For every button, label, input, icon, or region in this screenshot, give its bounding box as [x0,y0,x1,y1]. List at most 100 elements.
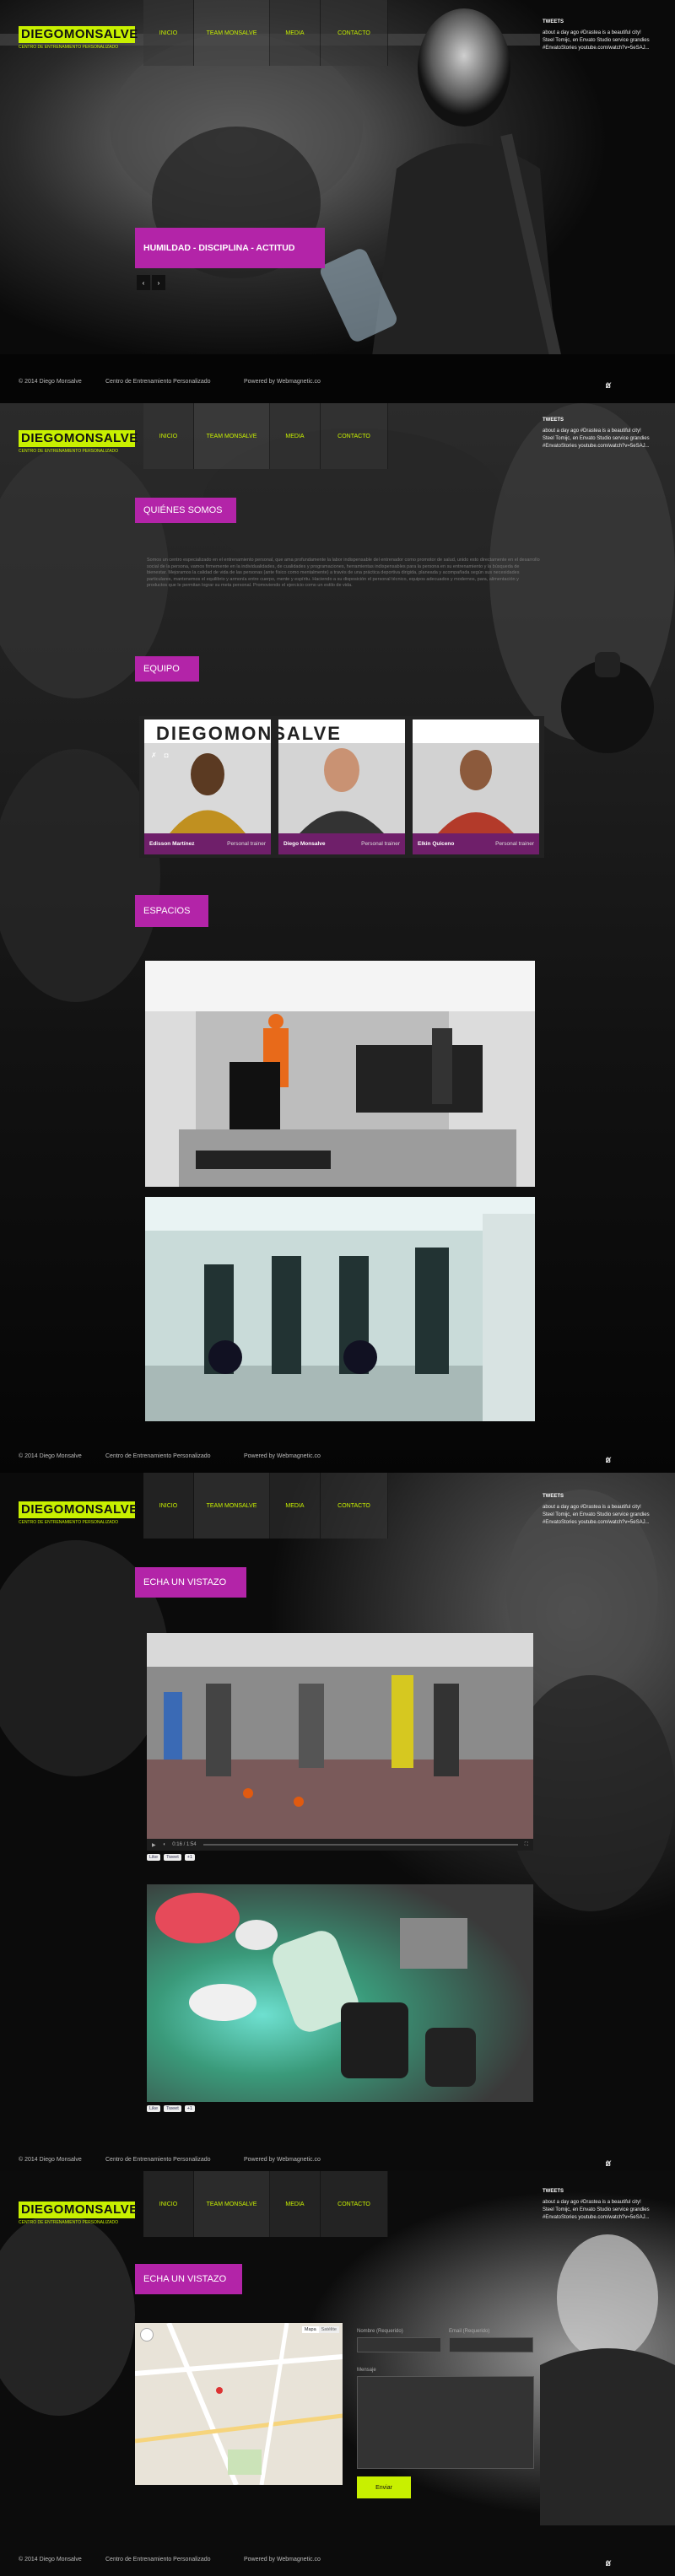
logo-tagline: CENTRO DE ENTRENAMIENTO PERSONALIZADO [19,2220,118,2225]
contact-section: DIEGOMONSALVE CENTRO DE ENTRENAMIENTO PER… [0,2171,675,2576]
footer-center-text: Centro de Entrenamiento Personalizado [105,2156,211,2163]
slider-prev-button[interactable]: ‹ [137,275,150,290]
twitter-icon[interactable]: ✗ [151,752,157,759]
trainer-name: Edisson Martínez [149,841,195,847]
footer-powered[interactable]: Powered by Webmagnetic.co [244,2557,321,2563]
tweet-text[interactable]: about a day ago #Drastea is a beautiful … [543,1505,650,1525]
tweet-text[interactable]: about a day ago #Drastea is a beautiful … [543,2200,650,2220]
video-progress[interactable] [202,1844,518,1846]
logo-text: DIEGOMONSALVE [21,1502,138,1517]
nav-item-media[interactable]: MEDIA [270,1473,321,1539]
like-button[interactable]: Like [147,1854,161,1861]
email-field[interactable] [449,2337,533,2352]
nav-item-contacto[interactable]: CONTACTO [321,2171,388,2237]
message-field[interactable] [357,2376,534,2469]
email-label: Email (Requerido) [449,2329,490,2334]
logo-text: DIEGOMONSALVE [21,27,138,41]
nav-item-media[interactable]: MEDIA [270,2171,321,2237]
trainer-role: Personal trainer [361,841,400,847]
team-title: EQUIPO [135,656,199,682]
main-nav: INICIO TEAM MONSALVE MEDIA CONTACTO [143,1473,388,1539]
volume-icon[interactable]: ◖ [163,1842,166,1847]
nav-item-contacto[interactable]: CONTACTO [321,403,388,469]
instagram-icon[interactable]: ◘ [165,752,169,759]
gym-space-photo [145,1197,535,1421]
nav-item-team[interactable]: TEAM MONSALVE [194,403,270,469]
share-buttons: Like Tweet +1 [147,1854,196,1861]
site-logo[interactable]: DIEGOMONSALVE CENTRO DE ENTRENAMIENTO PER… [19,2201,138,2225]
nav-item-inicio[interactable]: INICIO [143,1473,194,1539]
name-field[interactable] [357,2337,441,2352]
map-widget[interactable]: Mapa Satélite [135,2323,343,2485]
video-player[interactable] [147,1633,533,1839]
main-nav: INICIO TEAM MONSALVE MEDIA CONTACTO [143,2171,388,2237]
nav-item-inicio[interactable]: INICIO [143,403,194,469]
map-zoom-control[interactable] [140,2328,154,2342]
tweets-widget: TWEETS about a day ago #Drastea is a beau… [543,19,652,52]
team-panel: ✗ ◘ Edisson Martínez Personal trainer Dieg… [139,716,544,858]
tweet-text[interactable]: about a day ago #Drastea is a beautiful … [543,428,650,449]
slider-next-button[interactable]: › [152,275,165,290]
tweets-title: TWEETS [543,1494,564,1499]
logo-text: DIEGOMONSALVE [21,431,138,445]
logo-tagline: CENTRO DE ENTRENAMIENTO PERSONALIZADO [19,45,118,50]
footer-powered[interactable]: Powered by Webmagnetic.co [244,379,321,385]
main-nav: INICIO TEAM MONSALVE MEDIA CONTACTO [143,403,388,469]
name-label: Nombre (Requerido) [357,2329,403,2334]
site-logo[interactable]: DIEGOMONSALVE CENTRO DE ENTRENAMIENTO PER… [19,1501,138,1525]
like-button[interactable]: Like [147,2105,161,2112]
gym-wall-text: DIEGOMONSALVE [156,723,342,744]
footer-center-text: Centro de Entrenamiento Personalizado [105,2556,211,2563]
video-time: 0:16 / 1:54 [172,1842,197,1847]
send-button[interactable]: Enviar [357,2476,411,2498]
map-tab-satelite[interactable]: Satélite [318,2326,339,2333]
tweet-button[interactable]: Tweet [164,1854,181,1861]
tweets-title: TWEETS [543,418,564,423]
nav-item-media[interactable]: MEDIA [270,0,321,66]
facebook-icon[interactable]: f [606,2159,608,2168]
footer-powered[interactable]: Powered by Webmagnetic.co [244,1453,321,1459]
tweet-button[interactable]: Tweet [164,2105,181,2112]
tweets-widget: TWEETS about a day ago #Drastea is a beau… [543,2188,652,2222]
nav-item-inicio[interactable]: INICIO [143,2171,194,2237]
facebook-icon[interactable]: f [606,381,608,390]
gear-photo [147,1884,533,2102]
nav-item-media[interactable]: MEDIA [270,403,321,469]
hero-slogan: HUMILDAD - DISCIPLINA - ACTITUD [135,228,325,268]
contact-title: ECHA UN VISTAZO [135,2264,242,2294]
tweets-title: TWEETS [543,19,564,24]
nav-item-team[interactable]: TEAM MONSALVE [194,0,270,66]
trainer-name: Elkin Quiceno [418,841,455,847]
footer: © 2014 Diego Monsalve Centro de Entrenam… [0,2547,675,2571]
nav-item-team[interactable]: TEAM MONSALVE [194,1473,270,1539]
tweets-title: TWEETS [543,2189,564,2194]
nav-item-inicio[interactable]: INICIO [143,0,194,66]
logo-tagline: CENTRO DE ENTRENAMIENTO PERSONALIZADO [19,1520,118,1525]
nav-item-team[interactable]: TEAM MONSALVE [194,2171,270,2237]
nav-item-contacto[interactable]: CONTACTO [321,0,388,66]
footer-powered[interactable]: Powered by Webmagnetic.co [244,2157,321,2163]
tweets-widget: TWEETS about a day ago #Drastea is a beau… [543,417,652,450]
footer-copyright: © 2014 Diego Monsalve [19,1452,82,1459]
trainer-role: Personal trainer [495,841,534,847]
map-tab-mapa[interactable]: Mapa [301,2326,319,2333]
spaces-title: ESPACIOS [135,895,208,927]
plusone-button[interactable]: +1 [184,1854,196,1861]
facebook-icon[interactable]: f [606,1456,608,1464]
plusone-button[interactable]: +1 [184,2105,196,2112]
site-logo[interactable]: DIEGOMONSALVE CENTRO DE ENTRENAMIENTO PER… [19,430,138,454]
play-icon[interactable]: ▶ [152,1842,156,1848]
video-controls[interactable]: ▶ ◖ 0:16 / 1:54 ⛶ [147,1839,533,1851]
site-logo[interactable]: DIEGOMONSALVE CENTRO DE ENTRENAMIENTO PER… [19,26,138,50]
tweet-text[interactable]: about a day ago #Drastea is a beautiful … [543,30,650,51]
facebook-icon[interactable]: f [606,2559,608,2568]
hero-section: DIEGOMONSALVE CENTRO DE ENTRENAMIENTO PER… [0,0,675,403]
logo-text: DIEGOMONSALVE [21,2202,138,2217]
footer: © 2014 Diego Monsalve Centro de Entrenam… [0,2148,675,2171]
media-title: ECHA UN VISTAZO [135,1567,246,1598]
about-title: QUIÉNES SOMOS [135,498,236,523]
main-nav: INICIO TEAM MONSALVE MEDIA CONTACTO [143,0,388,66]
nav-item-contacto[interactable]: CONTACTO [321,1473,388,1539]
fullscreen-icon[interactable]: ⛶ [525,1842,528,1848]
media-section: DIEGOMONSALVE CENTRO DE ENTRENAMIENTO PER… [0,1473,675,2171]
